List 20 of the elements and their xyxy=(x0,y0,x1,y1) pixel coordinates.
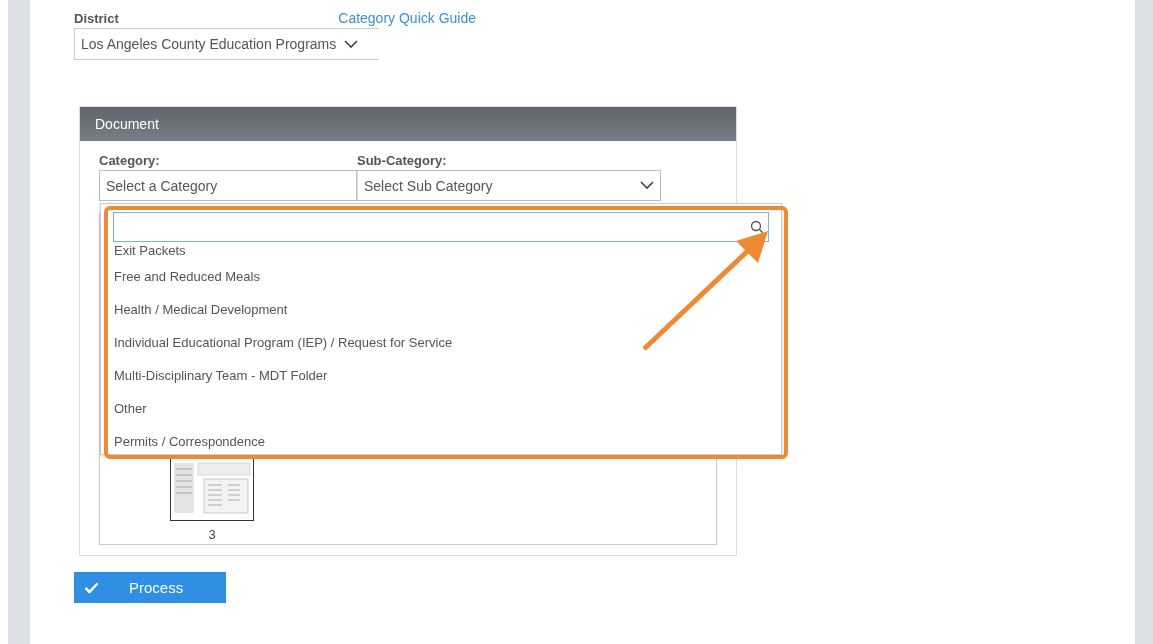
district-select[interactable]: Los Angeles County Education Programs xyxy=(74,28,379,60)
dropdown-option[interactable]: Other xyxy=(114,392,781,425)
panel-title: Document xyxy=(95,116,159,132)
dropdown-option[interactable]: Exit Packets xyxy=(114,242,781,260)
dropdown-option[interactable]: Permits / Correspondence xyxy=(114,425,781,454)
sub-category-label: Sub-Category: xyxy=(357,153,448,168)
sub-category-select[interactable]: Select Sub Category xyxy=(357,170,661,201)
category-quick-guide-link[interactable]: Category Quick Guide xyxy=(338,10,476,26)
page-number: 3 xyxy=(208,527,216,542)
category-label: Category: xyxy=(99,153,161,168)
dropdown-option[interactable]: Free and Reduced Meals xyxy=(114,260,781,293)
dropdown-option[interactable]: Individual Educational Program (IEP) / Request for Service xyxy=(114,326,781,359)
category-field[interactable]: Select a Category xyxy=(99,170,357,201)
search-icon xyxy=(750,220,764,234)
district-label: District xyxy=(74,11,119,26)
chevron-down-icon xyxy=(344,39,359,49)
checkmark-icon xyxy=(84,581,99,594)
chevron-down-icon xyxy=(640,181,654,190)
dropdown-option[interactable]: Multi-Disciplinary Team - MDT Folder xyxy=(114,359,781,392)
dropdown-option[interactable]: Health / Medical Development xyxy=(114,293,781,326)
